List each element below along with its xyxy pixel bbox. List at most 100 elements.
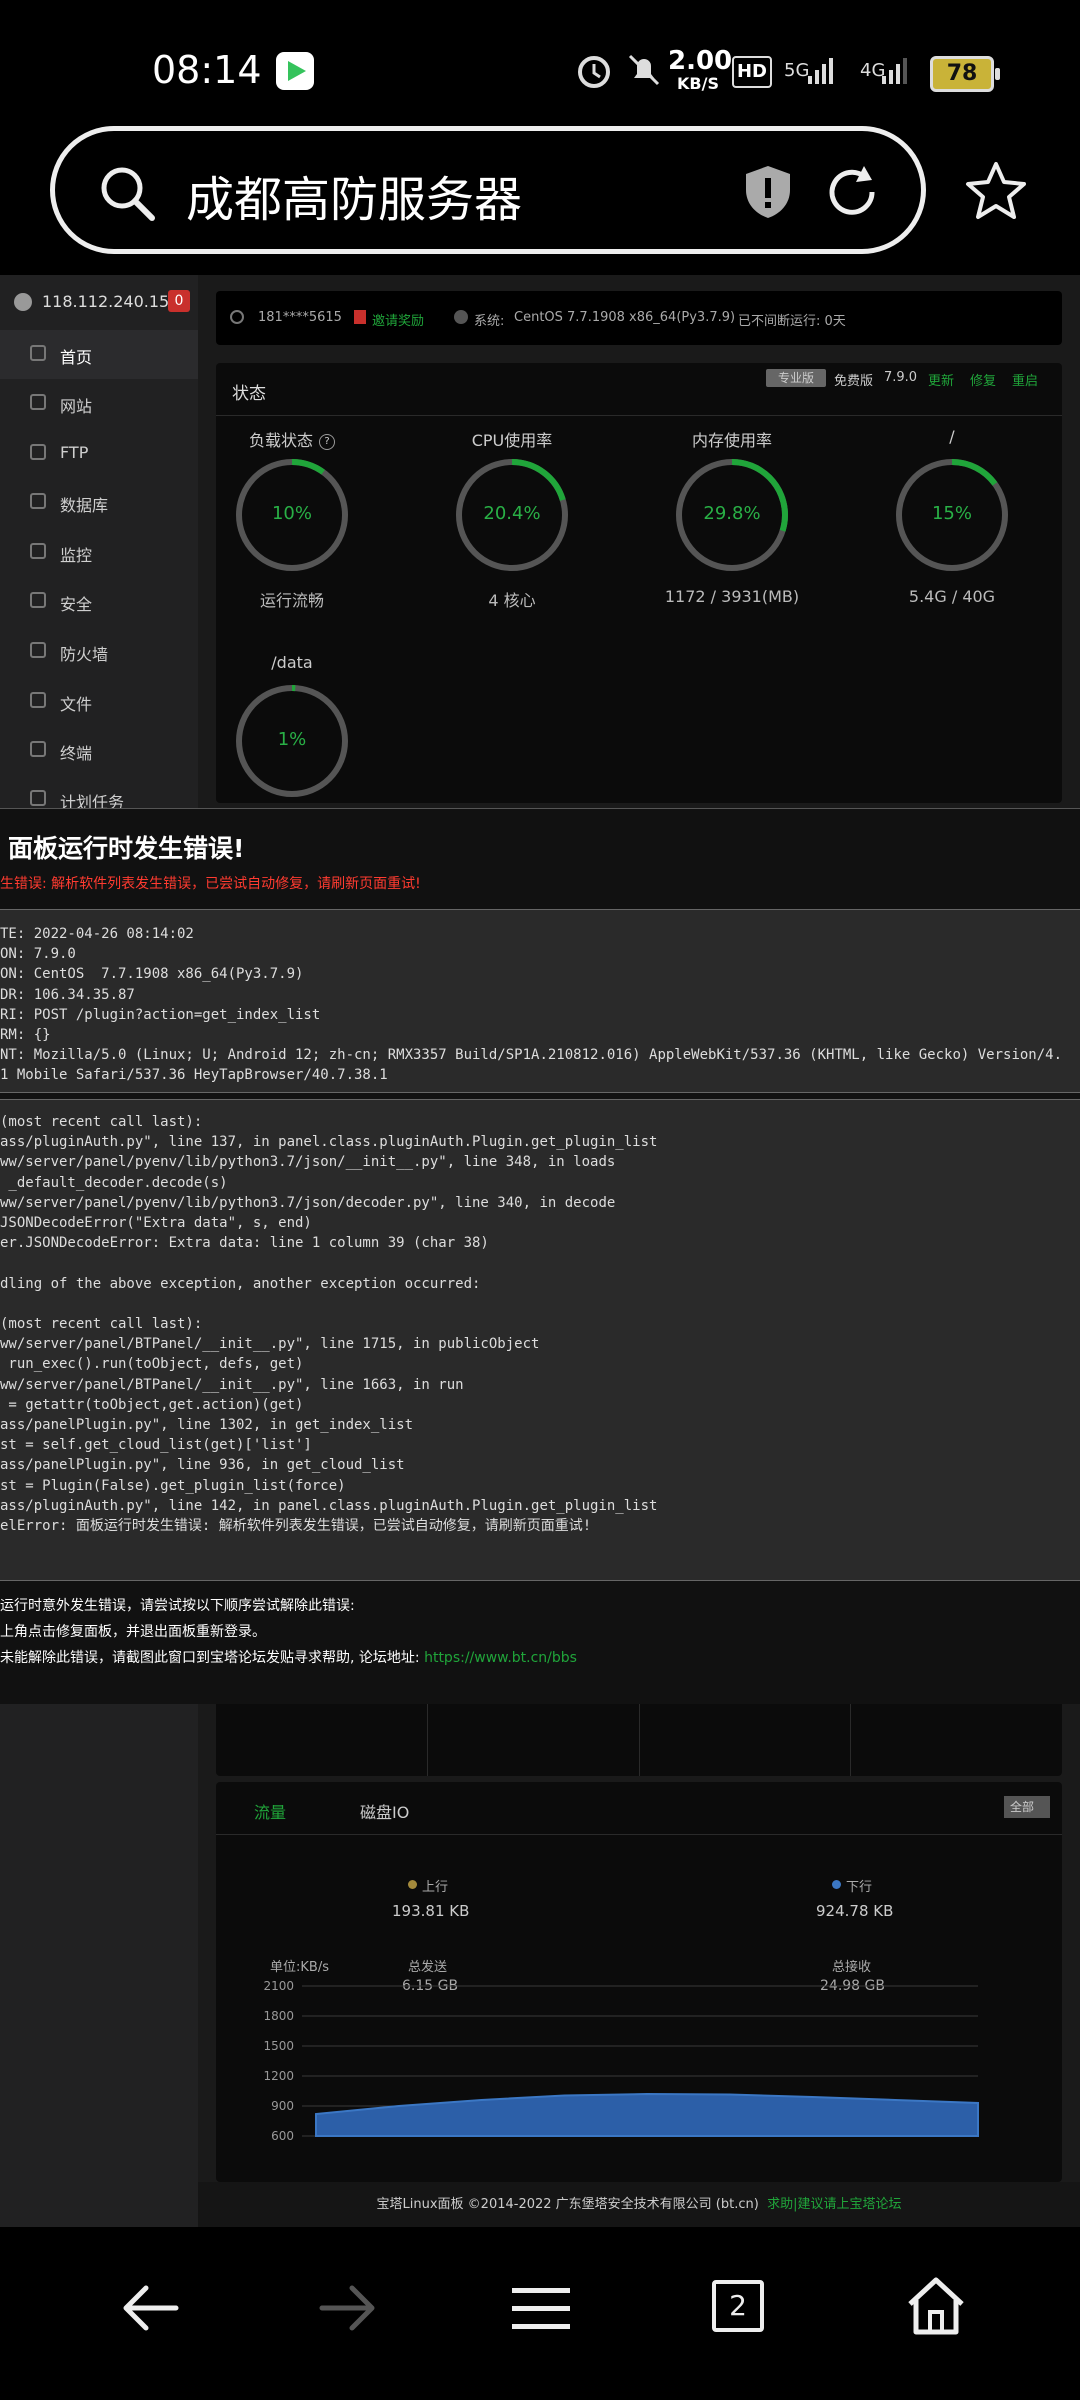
code-line: ww/server/panel/BTPanel/__init__.py", li…	[0, 1376, 464, 1393]
gauge-label: /	[949, 427, 955, 446]
gauge-value: 15%	[931, 503, 972, 524]
divider	[427, 1700, 428, 1776]
interface-select[interactable]: 全部	[1004, 1796, 1050, 1818]
divider	[850, 1700, 851, 1776]
sidebar-item-ftp[interactable]: FTP	[0, 429, 198, 478]
code-line: ass/pluginAuth.py", line 137, in panel.c…	[0, 1134, 658, 1151]
footer-forum-link[interactable]: 求助|建议请上宝塔论坛	[767, 2197, 901, 2212]
update-link[interactable]: 更新	[928, 370, 954, 389]
total-send-label: 总发送	[408, 1960, 448, 1975]
gauge-label: 内存使用率	[691, 431, 772, 450]
pro-edition-tag[interactable]: 专业版	[766, 369, 826, 387]
calendar-icon	[30, 790, 46, 806]
gauge-subtext: 5.4G / 40G	[908, 587, 996, 606]
back-arrow-icon[interactable]	[118, 2280, 182, 2336]
monitor-icon	[30, 543, 46, 559]
code-line: st = Plugin(False).get_plugin_list(force…	[0, 1477, 346, 1494]
system-icon	[454, 310, 468, 324]
tab-traffic[interactable]: 流量	[254, 1799, 286, 1823]
restart-link[interactable]: 重启	[1012, 370, 1038, 389]
sidebar-item-home[interactable]: 首页	[0, 330, 198, 379]
signal-5g-label: 5G	[784, 60, 810, 81]
unit-label: 单位:KB/s	[270, 1960, 329, 1975]
error-info-lines: TE: 2022-04-26 08:14:02 ON: 7.9.0 ON: Cent…	[0, 924, 1062, 1086]
code-line: er.JSONDecodeError: Extra data: line 1 c…	[0, 1235, 489, 1252]
error-info-box: TE: 2022-04-26 08:14:02 ON: 7.9.0 ON: Cent…	[0, 909, 1080, 1093]
y-tick-label: 1800	[263, 2009, 294, 2023]
download-legend-dot	[832, 1880, 841, 1889]
tabs-count-button[interactable]: 2	[712, 2280, 764, 2332]
menu-icon[interactable]	[512, 2284, 570, 2332]
code-line: ass/panelPlugin.py", line 1302, in get_i…	[0, 1417, 414, 1434]
terminal-icon	[30, 741, 46, 757]
code-line: dling of the above exception, another ex…	[0, 1275, 481, 1292]
error-traceback-lines: (most recent call last): ass/pluginAuth.p…	[0, 1112, 657, 1536]
code-line: ww/server/panel/pyenv/lib/python3.7/json…	[0, 1154, 616, 1171]
divider	[216, 415, 1062, 416]
error-traceback-box: (most recent call last): ass/pluginAuth.p…	[0, 1099, 1080, 1581]
sidebar-item-database[interactable]: 数据库	[0, 478, 198, 527]
database-icon	[30, 493, 46, 509]
download-value: 924.78 KB	[816, 1902, 894, 1920]
status-panel: 状态 专业版 免费版 7.9.0 更新 修复 重启 负载状态? 10% 运行流畅 CP…	[216, 363, 1062, 803]
gauge-value: 29.8%	[703, 503, 761, 524]
code-line: TE: 2022-04-26 08:14:02	[0, 926, 194, 942]
code-line: NT: Mozilla/5.0 (Linux; U; Android 12; z…	[0, 1047, 1063, 1064]
divider	[639, 1700, 640, 1776]
help-icon[interactable]: ?	[319, 433, 335, 450]
hd-badge: HD	[732, 56, 772, 88]
version-number: 7.9.0	[884, 370, 918, 385]
globe-icon	[30, 394, 46, 410]
home-icon	[30, 345, 46, 361]
sidebar-item-firewall[interactable]: 防火墙	[0, 627, 198, 676]
refresh-icon[interactable]	[824, 162, 884, 222]
sidebar-item-monitor[interactable]: 监控	[0, 528, 198, 577]
gauge-subtext: 运行流畅	[259, 591, 324, 610]
gauge-value: 10%	[271, 503, 312, 524]
forward-arrow-icon	[319, 2285, 375, 2331]
error-help-line-1: 运行时意外发生错误，请尝试按以下顺序尝试解除此错误:	[0, 1598, 355, 1614]
code-line: JSONDecodeError("Extra data", s, end)	[0, 1215, 312, 1232]
sidebar-item-website[interactable]: 网站	[0, 379, 198, 428]
code-line: ass/panelPlugin.py", line 936, in get_cl…	[0, 1457, 405, 1474]
gauge-label: /data	[271, 653, 313, 672]
repair-link[interactable]: 修复	[970, 370, 996, 389]
code-line: RM: {}	[0, 1027, 51, 1044]
system-label: 系统:	[474, 314, 505, 329]
code-line: (most recent call last):	[0, 1316, 203, 1333]
system-info: CentOS 7.7.1908 x86_64(Py3.7.9)	[514, 310, 736, 325]
tab-disk-io[interactable]: 磁盘IO	[360, 1799, 409, 1823]
sidebar-item-security[interactable]: 安全	[0, 577, 198, 626]
battery-indicator: 78	[930, 56, 1000, 92]
traffic-panel: 流量 磁盘IO 全部 上行 193.81 KB 下行 924.78 KB 单位:…	[216, 1782, 1062, 2182]
code-line: DR: 106.34.35.87	[0, 986, 135, 1003]
error-subtitle: 生错误: 解析软件列表发生错误，已尝试自动修复，请刷新页面重试!	[0, 876, 421, 892]
net-speed: 2.00	[668, 46, 733, 76]
code-line: (most recent call last):	[0, 1114, 203, 1130]
bookmark-star-icon[interactable]	[964, 160, 1028, 224]
code-line: ww/server/panel/pyenv/lib/python3.7/json…	[0, 1194, 616, 1211]
gauge-label: CPU使用率	[471, 431, 553, 450]
code-line: ON: 7.9.0	[0, 946, 76, 963]
page-footer: 宝塔Linux面板 ©2014-2022 广东堡塔安全技术有限公司 (bt.cn…	[198, 2182, 1080, 2227]
gauge-value: 20.4%	[483, 503, 541, 524]
gauge-label: 负载状态?	[212, 427, 372, 451]
code-line: ON: CentOS 7.7.1908 x86_64(Py3.7.9)	[0, 966, 304, 983]
mute-bell-icon	[628, 54, 660, 86]
y-tick-label: 900	[271, 2099, 294, 2113]
sidebar-item-files[interactable]: 文件	[0, 677, 198, 726]
sidebar-item-terminal[interactable]: 终端	[0, 726, 198, 775]
forum-link[interactable]: https://www.bt.cn/bbs	[424, 1650, 577, 1666]
search-icon	[101, 167, 155, 221]
search-query-text[interactable]: 成都高防服务器	[186, 160, 522, 230]
user-account[interactable]: 181****5615	[258, 310, 342, 325]
invite-reward-link[interactable]: 邀请奖励	[372, 310, 424, 329]
code-line: ass/pluginAuth.py", line 142, in panel.c…	[0, 1497, 658, 1514]
folder-icon	[30, 692, 46, 708]
shield-icon[interactable]	[742, 164, 794, 220]
gauge-subtext: 4 核心	[488, 591, 536, 610]
home-icon[interactable]	[904, 2274, 968, 2336]
gauge-value: 1%	[277, 729, 307, 750]
code-line: run_exec().run(toObject, defs, get)	[0, 1356, 304, 1373]
